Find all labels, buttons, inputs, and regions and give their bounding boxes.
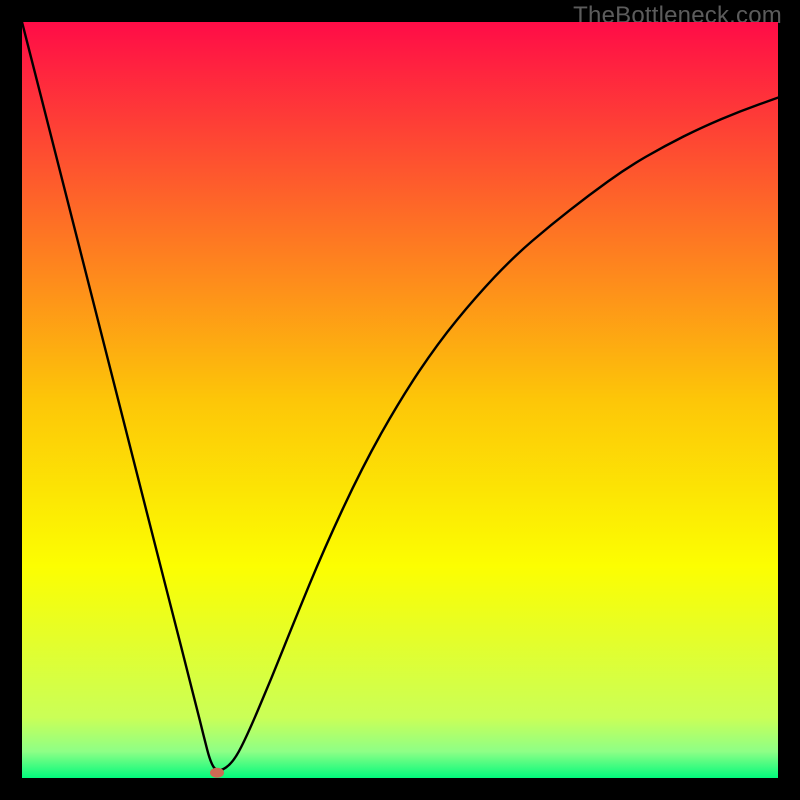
chart-frame: TheBottleneck.com [0,0,800,800]
current-point-marker [210,768,224,778]
plot-area [22,22,778,778]
chart-svg [22,22,778,778]
